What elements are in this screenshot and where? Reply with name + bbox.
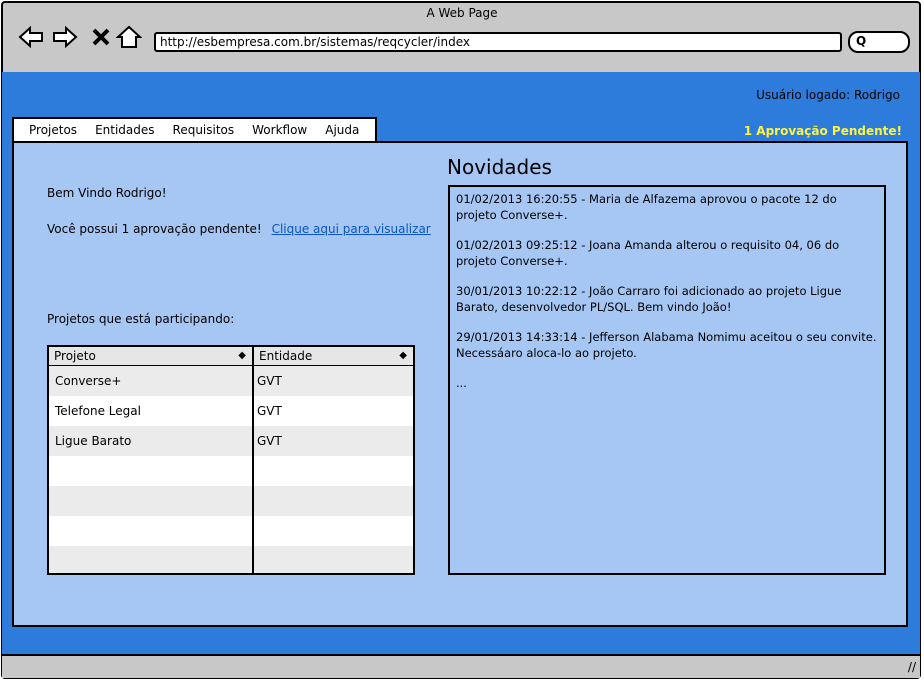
pending-alert[interactable]: 1 Aprovação Pendente! bbox=[744, 124, 902, 138]
forward-icon[interactable] bbox=[52, 24, 78, 50]
table-row bbox=[49, 456, 413, 486]
column-label: Projeto bbox=[54, 349, 96, 363]
table-cell: Ligue Barato bbox=[49, 426, 254, 456]
view-pending-link[interactable]: Clique aqui para visualizar bbox=[272, 222, 431, 236]
projects-label: Projetos que está participando: bbox=[47, 312, 235, 326]
table-row bbox=[49, 546, 413, 573]
table-cell: GVT bbox=[257, 434, 282, 448]
news-item: ... bbox=[456, 376, 467, 390]
back-icon[interactable] bbox=[18, 24, 44, 50]
column-header-projeto[interactable]: Projeto ◆ bbox=[49, 347, 254, 365]
menu-item-entidades[interactable]: Entidades bbox=[95, 123, 154, 137]
menu-item-projetos[interactable]: Projetos bbox=[29, 123, 77, 137]
table-cell bbox=[254, 486, 413, 516]
news-item: 01/02/2013 09:25:12 - Joana Amanda alter… bbox=[456, 238, 840, 268]
table-row[interactable]: Telefone Legal GVT bbox=[49, 396, 413, 426]
table-cell: GVT bbox=[257, 374, 282, 388]
status-bar bbox=[2, 654, 920, 678]
menu-item-workflow[interactable]: Workflow bbox=[252, 123, 307, 137]
search-box[interactable]: Q bbox=[848, 31, 910, 53]
news-title: Novidades bbox=[447, 155, 552, 179]
news-box: 01/02/2013 16:20:55 - Maria de Alfazema … bbox=[448, 185, 886, 575]
news-item: 30/01/2013 10:22:12 - João Carraro foi a… bbox=[456, 284, 842, 314]
table-cell bbox=[49, 486, 254, 516]
table-cell: GVT bbox=[257, 404, 282, 418]
table-cell: Telefone Legal bbox=[49, 396, 254, 426]
welcome-text: Bem Vindo Rodrigo! bbox=[47, 186, 167, 200]
table-cell bbox=[254, 456, 413, 486]
table-row bbox=[49, 516, 413, 546]
table-row bbox=[49, 486, 413, 516]
table-cell bbox=[49, 546, 254, 573]
menu-item-requisitos[interactable]: Requisitos bbox=[173, 123, 235, 137]
search-icon: Q bbox=[856, 34, 867, 48]
menu-item-ajuda[interactable]: Ajuda bbox=[325, 123, 359, 137]
news-item: 01/02/2013 16:20:55 - Maria de Alfazema … bbox=[456, 192, 837, 222]
logged-user: Usuário logado: Rodrigo bbox=[756, 88, 900, 102]
pending-message: Você possui 1 aprovação pendente! Clique… bbox=[47, 222, 431, 236]
resize-handle-icon[interactable]: // bbox=[908, 660, 916, 674]
table-header: Projeto ◆ Entidade ◆ bbox=[49, 347, 413, 366]
table-row[interactable]: Ligue Barato GVT bbox=[49, 426, 413, 456]
sort-icon[interactable]: ◆ bbox=[399, 347, 407, 365]
table-cell bbox=[254, 546, 413, 573]
table-cell bbox=[49, 516, 254, 546]
main-menu: Projetos Entidades Requisitos Workflow A… bbox=[12, 117, 377, 141]
table-cell bbox=[254, 516, 413, 546]
news-item: 29/01/2013 14:33:14 - Jefferson Alabama … bbox=[456, 330, 877, 360]
table-cell bbox=[49, 456, 254, 486]
sort-icon[interactable]: ◆ bbox=[238, 347, 246, 365]
home-icon[interactable] bbox=[116, 24, 142, 50]
close-icon[interactable] bbox=[88, 24, 114, 50]
pending-text: Você possui 1 aprovação pendente! bbox=[47, 222, 262, 236]
column-label: Entidade bbox=[259, 349, 313, 363]
window-title: A Web Page bbox=[426, 6, 498, 20]
url-input[interactable]: http://esbempresa.com.br/sistemas/reqcyc… bbox=[154, 32, 842, 52]
column-header-entidade[interactable]: Entidade ◆ bbox=[254, 347, 413, 365]
table-cell: Converse+ bbox=[49, 366, 254, 396]
projects-table: Projeto ◆ Entidade ◆ Converse+ GVT Telef… bbox=[47, 345, 415, 575]
table-row[interactable]: Converse+ GVT bbox=[49, 366, 413, 396]
